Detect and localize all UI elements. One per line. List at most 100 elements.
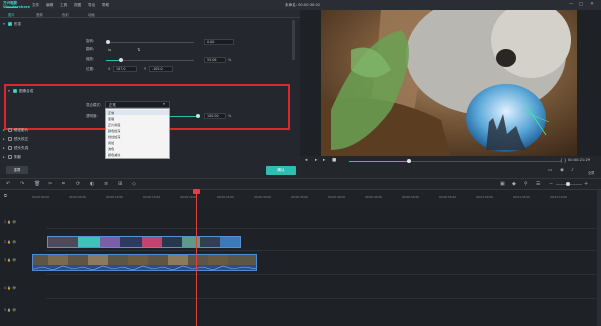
stop-icon[interactable]: ■ [332, 158, 336, 163]
timeline-playhead[interactable] [196, 190, 197, 326]
blend-option[interactable]: 叠加 [108, 140, 114, 145]
playback-knob[interactable] [407, 159, 411, 163]
scale-value[interactable]: 55.06 [204, 57, 226, 63]
render-icon[interactable]: ▣ [500, 181, 505, 187]
expand-arrow-icon[interactable]: ▸ [3, 146, 5, 150]
voiceover-icon[interactable]: ☰ [536, 181, 540, 187]
blend-option[interactable]: 变暗 [108, 116, 114, 121]
menu-view[interactable]: 视图 [74, 3, 81, 8]
tab-animation[interactable]: 动画 [88, 12, 95, 17]
menu-edit[interactable]: 编辑 [46, 3, 53, 8]
preview-timecode: 00:00:21:29 [568, 158, 590, 162]
previous-frame-icon[interactable]: ◂ [305, 158, 307, 163]
cut-icon[interactable]: ✂ [48, 181, 52, 187]
video-clip[interactable] [32, 254, 257, 271]
tab-image[interactable]: 图片 [8, 12, 15, 17]
menu-export[interactable]: 导出 [88, 3, 95, 8]
track-divider [46, 228, 601, 229]
panel-scrollbar[interactable] [292, 20, 295, 60]
overlay-clip-thumbnails [48, 237, 240, 247]
section-checkbox[interactable] [8, 128, 12, 132]
timeline-scrollbar[interactable] [597, 190, 601, 326]
reset-button[interactable]: 重置 [6, 166, 28, 174]
selected-option-highlight [106, 110, 169, 115]
track-header[interactable]: 2 🔒 👁 [4, 240, 50, 244]
speed-icon[interactable]: ⟳ [76, 181, 80, 187]
ruler-tick: 00:00:30:00 [254, 195, 272, 199]
delete-icon[interactable]: 🗑 [34, 181, 40, 187]
audio-split-icon[interactable]: ⊞ [118, 181, 122, 187]
blend-option[interactable]: 正片叠底 [108, 122, 120, 127]
motion-icon[interactable]: ◇ [132, 181, 136, 187]
overlay-clip[interactable] [47, 236, 241, 248]
blend-option[interactable]: 线性加深 [108, 134, 120, 139]
collapse-arrow-icon[interactable]: ▾ [3, 22, 5, 26]
mic-icon[interactable]: ⚲ [524, 181, 528, 187]
menu-help[interactable]: 帮助 [102, 3, 109, 8]
section-lens-distortion[interactable]: 镜头失真 [14, 146, 28, 151]
rotate-slider-knob[interactable] [106, 40, 110, 44]
tab-audio[interactable]: 音频 [36, 12, 43, 17]
scale-slider-fill [106, 60, 120, 61]
crop-icon[interactable]: ⌗ [62, 181, 65, 187]
audio-mixer-icon[interactable]: ≡ [104, 181, 108, 187]
position-x-input[interactable]: 187.0 [113, 66, 137, 72]
menu-file[interactable]: 文件 [32, 3, 39, 8]
blend-option[interactable]: 正常 [108, 110, 114, 115]
close-button[interactable]: ✕ [589, 2, 595, 8]
color-icon[interactable]: ◐ [90, 181, 94, 187]
ruler-tick: 00:00:35:00 [291, 195, 309, 199]
zoom-out-icon[interactable]: − [549, 181, 553, 187]
position-y-input[interactable]: -105.0 [149, 66, 173, 72]
menu-tools[interactable]: 工具 [60, 3, 67, 8]
flip-label: 翻转: [86, 47, 95, 51]
blend-mode-dropdown[interactable]: 正常 变暗 正片叠底 颜色加深 线性加深 叠加 滤色 颜色减淡 [105, 108, 170, 159]
ruler-tick: 00:00:25:00 [217, 195, 235, 199]
preview-image [321, 10, 577, 158]
ruler-tick: 00:00:40:00 [328, 195, 346, 199]
volume-icon[interactable]: ♪ [571, 168, 574, 173]
blend-option[interactable]: 滤色 [108, 146, 114, 151]
blend-option[interactable]: 颜色加深 [108, 128, 120, 133]
minimize-button[interactable]: — [568, 2, 574, 8]
maximize-button[interactable]: □ [578, 2, 584, 8]
tab-color[interactable]: 色彩 [62, 12, 69, 17]
transform-checkbox[interactable]: ✓ [8, 22, 12, 26]
add-track-icon[interactable]: ⧉ [4, 193, 7, 198]
next-frame-icon[interactable]: ▸ [323, 158, 325, 163]
ok-button[interactable]: 确认 [266, 166, 296, 175]
video-preview[interactable] [321, 10, 577, 158]
expand-arrow-icon[interactable]: ▸ [3, 137, 5, 141]
bracket-icon[interactable]: { } [560, 158, 566, 163]
section-checkbox[interactable] [8, 146, 12, 150]
flip-vertical-icon[interactable]: ⇅ [137, 47, 140, 52]
flip-horizontal-icon[interactable]: ⇋ [108, 47, 111, 52]
play-icon[interactable]: ▸ [315, 158, 317, 163]
rotate-slider[interactable] [106, 42, 194, 43]
marker-icon[interactable]: ◆ [512, 181, 516, 187]
ruler-tick: 00:00:55:00 [439, 195, 457, 199]
zoom-slider-knob[interactable] [566, 182, 570, 186]
track-header[interactable]: 1 🔒 👁 [4, 220, 50, 224]
section-lens-correction[interactable]: 镜头校正 [14, 137, 28, 142]
zoom-in-icon[interactable]: + [584, 181, 588, 187]
track-header[interactable]: 5 🔒 👁 [4, 308, 50, 312]
ruler-tick: 00:00:45:00 [365, 195, 383, 199]
fullscreen-label[interactable]: 全屏 [588, 170, 594, 175]
rotate-value[interactable]: 0.00 [204, 39, 234, 45]
scale-slider-knob[interactable] [119, 58, 123, 62]
section-checkbox[interactable] [8, 155, 12, 159]
snapshot-icon[interactable]: ◉ [560, 168, 564, 173]
redo-icon[interactable]: ↷ [20, 181, 24, 187]
expand-arrow-icon[interactable]: ▸ [3, 128, 5, 132]
track-header[interactable]: 4 🔒 👁 [4, 286, 50, 290]
playhead-handle[interactable] [193, 189, 200, 194]
property-tabs [0, 10, 300, 18]
undo-icon[interactable]: ↶ [6, 181, 10, 187]
screen-icon[interactable]: ▭ [548, 168, 552, 173]
section-stabilize[interactable]: 稳定影片 [14, 128, 28, 133]
section-checkbox[interactable] [8, 137, 12, 141]
blend-option[interactable]: 颜色减淡 [108, 152, 120, 157]
section-shadow[interactable]: 阴影 [14, 155, 21, 160]
expand-arrow-icon[interactable]: ▸ [3, 155, 5, 159]
